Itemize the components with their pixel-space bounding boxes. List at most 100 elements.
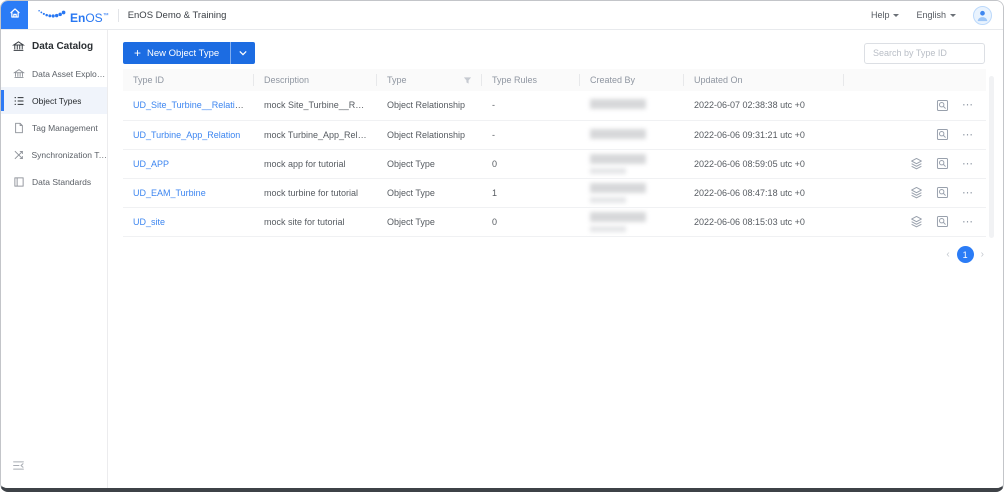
redacted-text [590, 168, 626, 174]
description-cell: mock turbine for tutorial [254, 178, 377, 207]
description-cell: mock Turbine_App_Relation f... [254, 120, 377, 149]
sidebar: Data Catalog Data Asset Explorer Object … [1, 30, 108, 488]
page-number-button[interactable]: 1 [957, 246, 974, 263]
sidebar-item-synchronization-tasks[interactable]: Synchronization Ta... [1, 141, 107, 168]
more-actions-icon[interactable]: ⋯ [962, 217, 974, 227]
sidebar-item-data-asset-explorer[interactable]: Data Asset Explorer [1, 60, 107, 87]
top-bar: EnOS™ EnOS Demo & Training Help English [1, 1, 1003, 30]
main-content: + New Object Type [109, 30, 1003, 488]
type-id-link[interactable]: UD_site [133, 217, 165, 227]
created-by-cell [580, 149, 684, 178]
help-menu[interactable]: Help [871, 10, 900, 20]
type-rules-cell: 0 [482, 149, 580, 178]
object-types-table: Type ID Description Type Type Rules Cre [123, 69, 986, 237]
language-menu[interactable]: English [916, 10, 956, 20]
menu-fold-icon [12, 459, 25, 472]
type-cell: Object Type [377, 178, 482, 207]
description-cell: mock Site_Turbine__Relation f... [254, 91, 377, 120]
data-standards-icon [13, 176, 25, 188]
new-object-type-label: New Object Type [147, 48, 219, 59]
view-details-icon[interactable] [936, 157, 949, 170]
type-id-link[interactable]: UD_EAM_Turbine [133, 188, 206, 198]
updated-on-cell: 2022-06-06 09:31:21 utc +0 [684, 120, 844, 149]
col-type-rules: Type Rules [482, 69, 580, 91]
redacted-text [590, 154, 646, 164]
view-details-icon[interactable] [936, 99, 949, 112]
view-details-icon[interactable] [936, 215, 949, 228]
toolbar: + New Object Type [123, 42, 985, 64]
type-rules-cell: - [482, 91, 580, 120]
type-id-link[interactable]: UD_Turbine_App_Relation [133, 130, 240, 140]
sidebar-item-label: Data Asset Explorer [32, 69, 107, 79]
type-rules-cell: 0 [482, 207, 580, 236]
collapse-sidebar-button[interactable] [12, 459, 25, 477]
created-by-cell [580, 91, 684, 120]
actions-cell: ⋯ [844, 91, 986, 120]
chevron-down-icon [893, 14, 899, 17]
type-cell: Object Type [377, 207, 482, 236]
language-label: English [916, 10, 946, 20]
col-actions [844, 69, 986, 91]
updated-on-cell: 2022-06-06 08:59:05 utc +0 [684, 149, 844, 178]
enos-logo-swoosh-icon [37, 6, 67, 24]
new-object-type-dropdown[interactable] [231, 42, 255, 64]
col-created-by: Created By [580, 69, 684, 91]
enos-console-window: EnOS™ EnOS Demo & Training Help English [0, 0, 1004, 492]
home-button[interactable] [1, 1, 28, 29]
sidebar-title-label: Data Catalog [32, 41, 93, 52]
new-object-type-button[interactable]: + New Object Type [123, 42, 255, 64]
search-input[interactable] [864, 43, 985, 64]
more-actions-icon[interactable]: ⋯ [962, 130, 974, 140]
updated-on-cell: 2022-06-06 08:15:03 utc +0 [684, 207, 844, 236]
pagination: ‹ 1 › [946, 246, 984, 263]
scrollbar-track[interactable] [989, 76, 994, 238]
chevron-down-icon [950, 14, 956, 17]
more-actions-icon[interactable]: ⋯ [962, 188, 974, 198]
sidebar-item-data-standards[interactable]: Data Standards [1, 168, 107, 195]
table-header-row: Type ID Description Type Type Rules Cre [123, 69, 986, 91]
type-id-link[interactable]: UD_APP [133, 159, 169, 169]
header-divider [118, 9, 119, 22]
updated-on-cell: 2022-06-07 02:38:38 utc +0 [684, 91, 844, 120]
table-row: UD_Turbine_App_Relation mock Turbine_App… [123, 120, 986, 149]
help-label: Help [871, 10, 890, 20]
more-actions-icon[interactable]: ⋯ [962, 100, 974, 110]
instances-icon[interactable] [910, 215, 923, 228]
view-details-icon[interactable] [936, 128, 949, 141]
chevron-down-icon [239, 50, 247, 56]
redacted-text [590, 212, 646, 222]
top-bar-right: Help English [871, 6, 1003, 25]
sidebar-item-label: Synchronization Ta... [32, 150, 108, 160]
type-rules-cell: 1 [482, 178, 580, 207]
description-cell: mock site for tutorial [254, 207, 377, 236]
enos-logo-text: EnOS™ [70, 10, 109, 24]
type-cell: Object Relationship [377, 91, 482, 120]
enos-logo[interactable]: EnOS™ [37, 6, 109, 24]
view-details-icon[interactable] [936, 186, 949, 199]
sidebar-item-object-types[interactable]: Object Types [1, 87, 107, 114]
search-box [864, 43, 985, 64]
type-cell: Object Type [377, 149, 482, 178]
created-by-cell [580, 120, 684, 149]
home-icon [8, 6, 22, 25]
sidebar-item-tag-management[interactable]: Tag Management [1, 114, 107, 141]
next-page-button[interactable]: › [981, 247, 984, 263]
user-icon [975, 8, 990, 23]
tag-management-icon [13, 122, 25, 134]
col-type: Type [377, 69, 482, 91]
instances-icon[interactable] [910, 157, 923, 170]
col-type-label: Type [387, 75, 407, 85]
app-title: EnOS Demo & Training [128, 10, 227, 21]
redacted-text [590, 226, 626, 232]
filter-icon[interactable] [463, 76, 472, 85]
actions-cell: ⋯ [844, 178, 986, 207]
created-by-cell [580, 207, 684, 236]
instances-icon[interactable] [910, 186, 923, 199]
data-asset-explorer-icon [13, 68, 25, 80]
more-actions-icon[interactable]: ⋯ [962, 159, 974, 169]
prev-page-button[interactable]: ‹ [946, 247, 949, 263]
col-updated-on: Updated On [684, 69, 844, 91]
updated-on-cell: 2022-06-06 08:47:18 utc +0 [684, 178, 844, 207]
user-avatar[interactable] [973, 6, 992, 25]
type-id-link[interactable]: UD_Site_Turbine__Relation [133, 100, 245, 110]
